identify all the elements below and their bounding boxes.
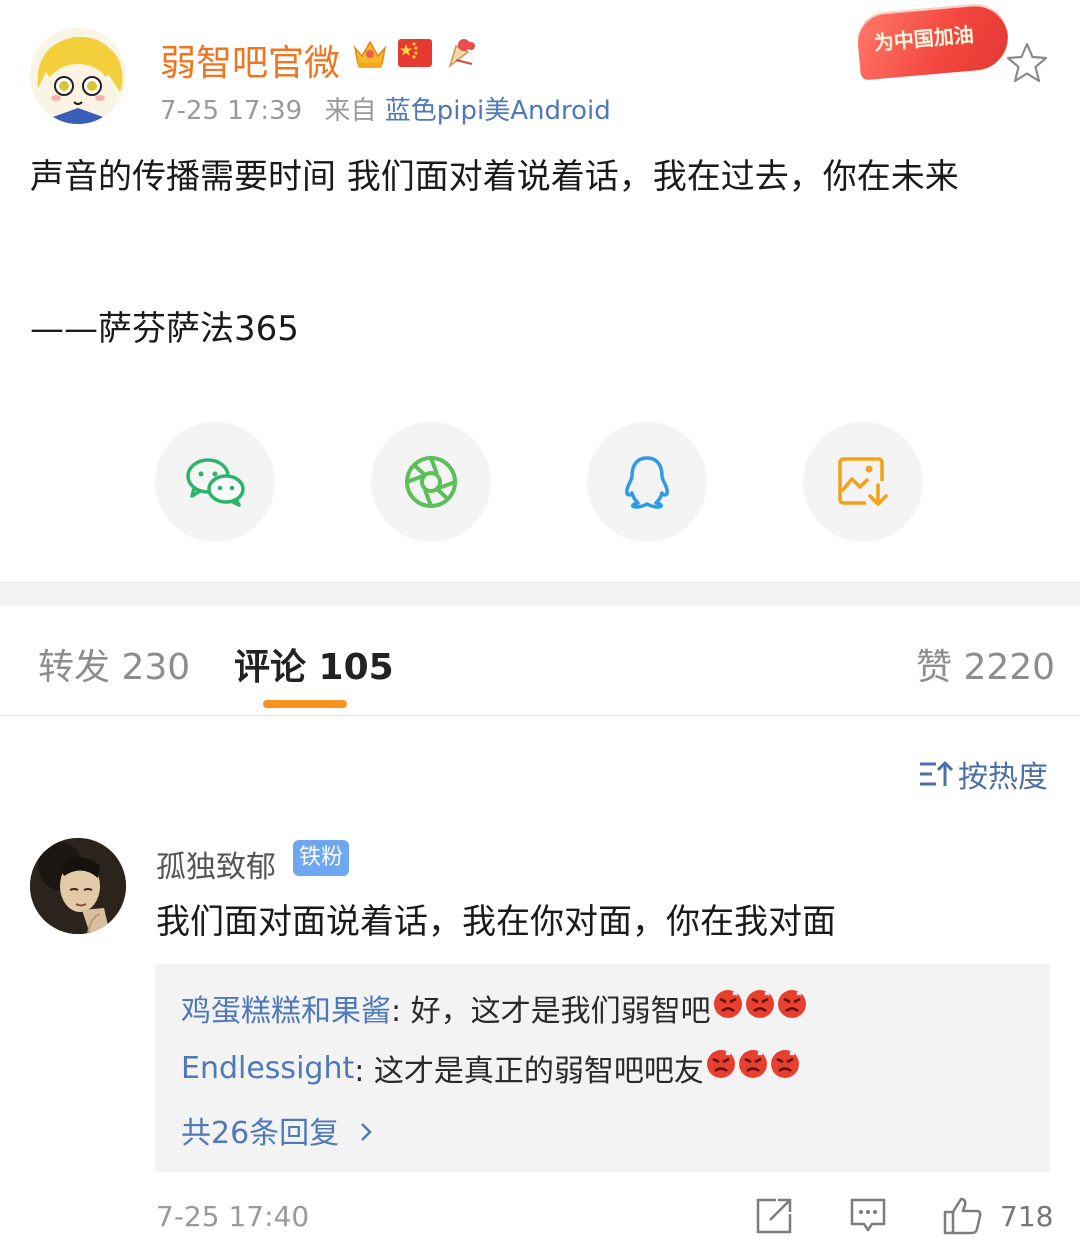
author-badges (352, 36, 478, 74)
chevron-right-icon (359, 1116, 373, 1151)
reply-item[interactable]: 鸡蛋糕糕和果酱 : 好，这才是我们弱智吧 (181, 986, 807, 1030)
angry-emoji-icon (711, 989, 743, 1027)
reply-user[interactable]: Endlessight (181, 1051, 354, 1086)
wechat-icon (186, 458, 245, 507)
author-name[interactable]: 弱智吧官微 (160, 34, 340, 86)
tab-repost[interactable]: 转发 230 (38, 638, 190, 690)
post-source[interactable]: 蓝色pipi美Android (385, 96, 611, 126)
tab-comment[interactable]: 评论 105 (234, 638, 394, 690)
anime-avatar-icon (30, 28, 126, 124)
sort-label: 按热度 (958, 760, 1048, 795)
crown-icon[interactable] (352, 36, 388, 74)
angry-emoji-icon (743, 989, 775, 1027)
reply-comment-icon[interactable] (848, 1196, 888, 1236)
commenter-avatar[interactable] (30, 838, 126, 934)
share-moments-button[interactable] (371, 422, 491, 542)
save-image-icon (838, 457, 888, 506)
angry-emoji-icon (768, 1049, 800, 1087)
moments-icon (405, 456, 457, 508)
post-signature: ——萨芬萨法365 (30, 309, 299, 349)
comment-time: 7-25 17:40 (156, 1200, 310, 1233)
festive-bell-icon[interactable] (442, 36, 478, 74)
favorite-star-icon[interactable] (1004, 40, 1050, 86)
comment-text: 我们面对面说着话，我在你对面，你在我对面 (156, 902, 836, 942)
commenter-photo-icon (30, 838, 126, 934)
more-replies-link[interactable]: 共26条回复 (181, 1108, 373, 1152)
post-time: 7-25 17:39 (160, 96, 303, 126)
reply-text: : 这才是真正的弱智吧吧友 (354, 1054, 704, 1089)
tab-like[interactable]: 赞 2220 (916, 638, 1055, 690)
qq-icon (625, 456, 669, 509)
angry-emoji-icon (775, 989, 807, 1027)
author-avatar[interactable] (30, 28, 126, 124)
like-count: 718 (1000, 1200, 1054, 1233)
more-replies-label: 共26条回复 (181, 1116, 340, 1151)
share-bar (0, 422, 1080, 542)
share-wechat-button[interactable] (155, 422, 275, 542)
reply-user[interactable]: 鸡蛋糕糕和果酱 (181, 986, 391, 1030)
promo-badge[interactable]: 为中国加油 (855, 1, 1011, 81)
sort-icon (920, 761, 954, 786)
promo-label: 为中国加油 (872, 22, 975, 56)
commenter-name[interactable]: 孤独致郁 (156, 842, 276, 886)
save-image-button[interactable] (803, 422, 923, 542)
source-prefix: 来自 (324, 96, 377, 126)
like-thumb-icon[interactable] (942, 1196, 982, 1236)
fan-level-badge[interactable]: 铁粉 (293, 840, 350, 876)
post-meta: 7-25 17:39 来自 蓝色pipi美Android (160, 90, 611, 127)
active-tab-indicator (263, 700, 347, 708)
post-text: 声音的传播需要时间 我们面对着说着话，我在过去，你在未来 (30, 157, 959, 197)
section-divider (0, 582, 1080, 606)
reply-text: : 好，这才是我们弱智吧 (391, 994, 711, 1029)
sort-by-hot-button[interactable]: 按热度 (918, 752, 1048, 796)
repost-comment-icon[interactable] (754, 1196, 794, 1236)
reply-preview-box[interactable]: 鸡蛋糕糕和果酱 : 好，这才是我们弱智吧 Endlessight : 这才是真正… (155, 964, 1050, 1172)
angry-emoji-icon (704, 1049, 736, 1087)
angry-emoji-icon (736, 1049, 768, 1087)
china-flag-icon[interactable] (398, 39, 432, 71)
reply-item[interactable]: Endlessight : 这才是真正的弱智吧吧友 (181, 1046, 800, 1090)
share-qq-button[interactable] (587, 422, 707, 542)
tabs-divider (0, 715, 1080, 716)
